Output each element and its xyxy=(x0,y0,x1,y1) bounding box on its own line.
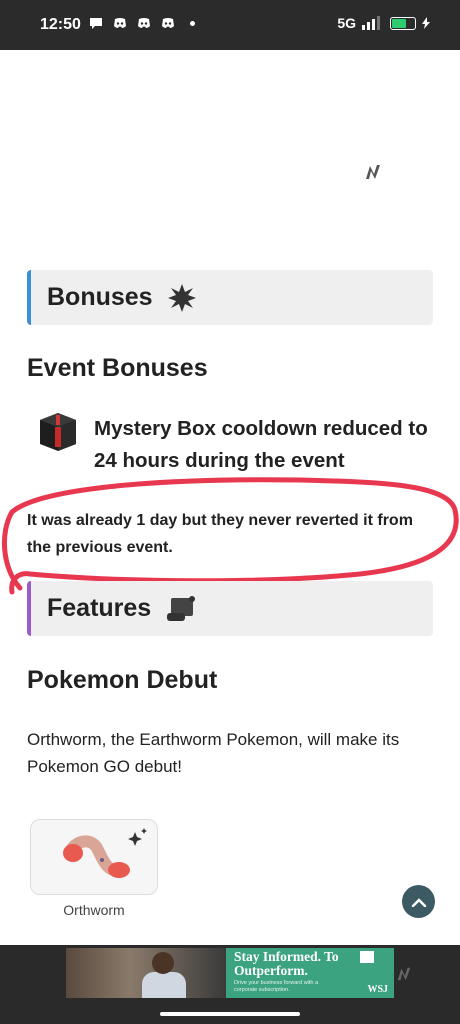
event-bonuses-heading: Event Bonuses xyxy=(27,354,208,382)
section-accent-bar xyxy=(27,581,31,636)
bonus-item-text: Mystery Box cooldown reduced to 24 hours… xyxy=(94,417,428,472)
home-indicator[interactable] xyxy=(160,1012,300,1016)
discord-icon xyxy=(114,18,126,28)
ad-photo xyxy=(66,948,226,998)
pokemon-debut-paragraph: Orthworm, the Earthworm Pokemon, will ma… xyxy=(27,730,400,776)
chat-icon xyxy=(90,18,102,29)
site-logo-icon xyxy=(397,967,411,981)
section-title-bonuses: Bonuses xyxy=(47,283,153,311)
ad-subtext: Drive your business forward with a corpo… xyxy=(234,980,319,993)
mystery-box-icon xyxy=(40,413,76,451)
pokemon-card[interactable] xyxy=(30,819,158,895)
notification-icons xyxy=(88,15,195,31)
section-title-features: Features xyxy=(47,594,152,622)
system-indicators: 5G xyxy=(337,15,430,31)
ad-brand: WSJ xyxy=(367,984,388,995)
ad-banner[interactable]: Stay Informed. To Outperform. Drive your… xyxy=(66,948,394,998)
ad-choices-icon[interactable] xyxy=(360,951,374,963)
ad-photo-figure-head xyxy=(152,952,174,974)
site-logo-icon xyxy=(366,165,380,179)
chevron-up-icon xyxy=(411,897,426,907)
ad-headline: Stay Informed. To Outperform. xyxy=(234,949,339,978)
annotation-note: It was already 1 day but they never reve… xyxy=(27,512,413,556)
battery-icon xyxy=(390,16,416,30)
pokemon-debut-heading: Pokemon Debut xyxy=(27,666,218,694)
discord-icon xyxy=(162,18,174,28)
section-accent-bar xyxy=(27,270,31,325)
ad-photo-figure xyxy=(142,972,186,998)
section-bonuses: Bonuses xyxy=(27,270,433,325)
section-features: Features xyxy=(27,581,433,636)
status-bar: 12:50 5G xyxy=(0,0,460,50)
scroll-to-top-button[interactable] xyxy=(402,885,435,918)
orthworm-image xyxy=(63,828,147,878)
starburst-icon xyxy=(167,283,197,313)
pokemon-card-label: Orthworm xyxy=(63,902,125,918)
discord-icon xyxy=(138,18,150,28)
signal-icon xyxy=(362,16,380,30)
scroll-icon xyxy=(165,595,197,623)
charging-icon xyxy=(422,17,430,29)
bonus-item xyxy=(36,410,80,454)
more-notifications-dot xyxy=(190,20,195,26)
network-type: 5G xyxy=(337,15,356,31)
status-time: 12:50 xyxy=(40,16,81,33)
